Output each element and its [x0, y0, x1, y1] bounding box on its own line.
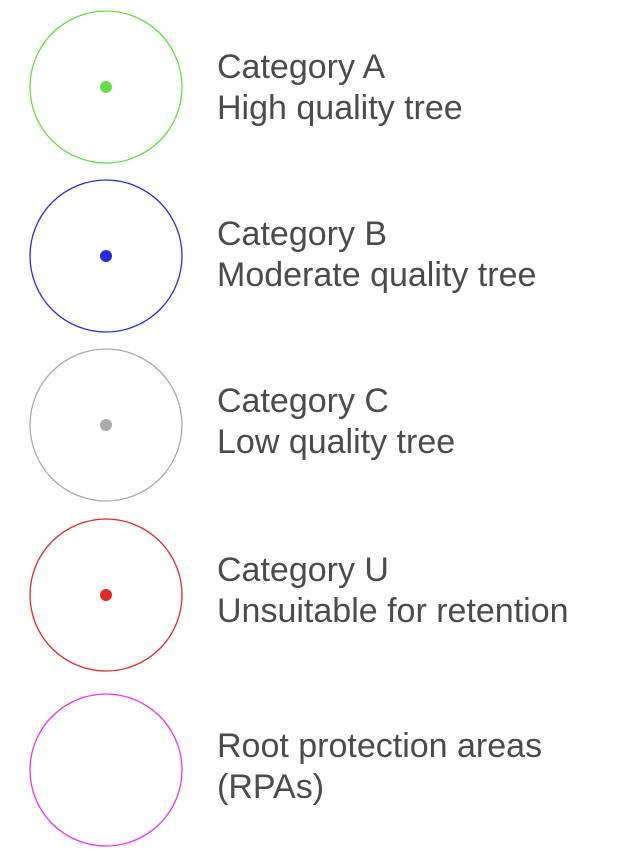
legend-item-label: Root protection areas (RPAs) — [217, 726, 542, 808]
legend-item-description: Unsuitable for retention — [217, 592, 569, 630]
legend-item-title: Category A — [217, 48, 386, 86]
legend-item-label: Category B Moderate quality tree — [217, 214, 536, 296]
category-c-stem-dot — [100, 419, 112, 431]
legend-item-root-protection-areas: Root protection areas (RPAs) — [0, 692, 639, 852]
legend-item-label: Category U Unsuitable for retention — [217, 550, 569, 632]
category-c-circle-icon — [28, 347, 184, 503]
category-b-stem-dot — [100, 250, 112, 262]
category-u-circle-icon — [28, 517, 184, 673]
category-a-circle-icon — [28, 9, 184, 165]
legend-item-description: (RPAs) — [217, 768, 325, 806]
category-b-circle-icon — [28, 178, 184, 334]
legend-item-title: Category B — [217, 215, 388, 253]
legend-item-description: Low quality tree — [217, 423, 456, 461]
tree-category-legend: Category A High quality tree Category B … — [0, 0, 639, 849]
rpa-circle-icon — [28, 692, 184, 848]
legend-item-category-u: Category U Unsuitable for retention — [0, 517, 639, 677]
legend-item-category-a: Category A High quality tree — [0, 9, 639, 169]
legend-item-category-b: Category B Moderate quality tree — [0, 178, 639, 338]
category-u-stem-dot — [100, 589, 112, 601]
legend-item-category-c: Category C Low quality tree — [0, 347, 639, 507]
legend-item-label: Category A High quality tree — [217, 47, 463, 129]
legend-item-title: Root protection areas — [217, 727, 543, 765]
legend-item-title: Category C — [217, 382, 389, 420]
legend-item-label: Category C Low quality tree — [217, 381, 455, 463]
legend-item-description: Moderate quality tree — [217, 256, 537, 294]
category-a-stem-dot — [100, 81, 112, 93]
legend-item-description: High quality tree — [217, 89, 463, 127]
rpa-outline — [29, 693, 183, 847]
legend-item-title: Category U — [217, 551, 389, 589]
